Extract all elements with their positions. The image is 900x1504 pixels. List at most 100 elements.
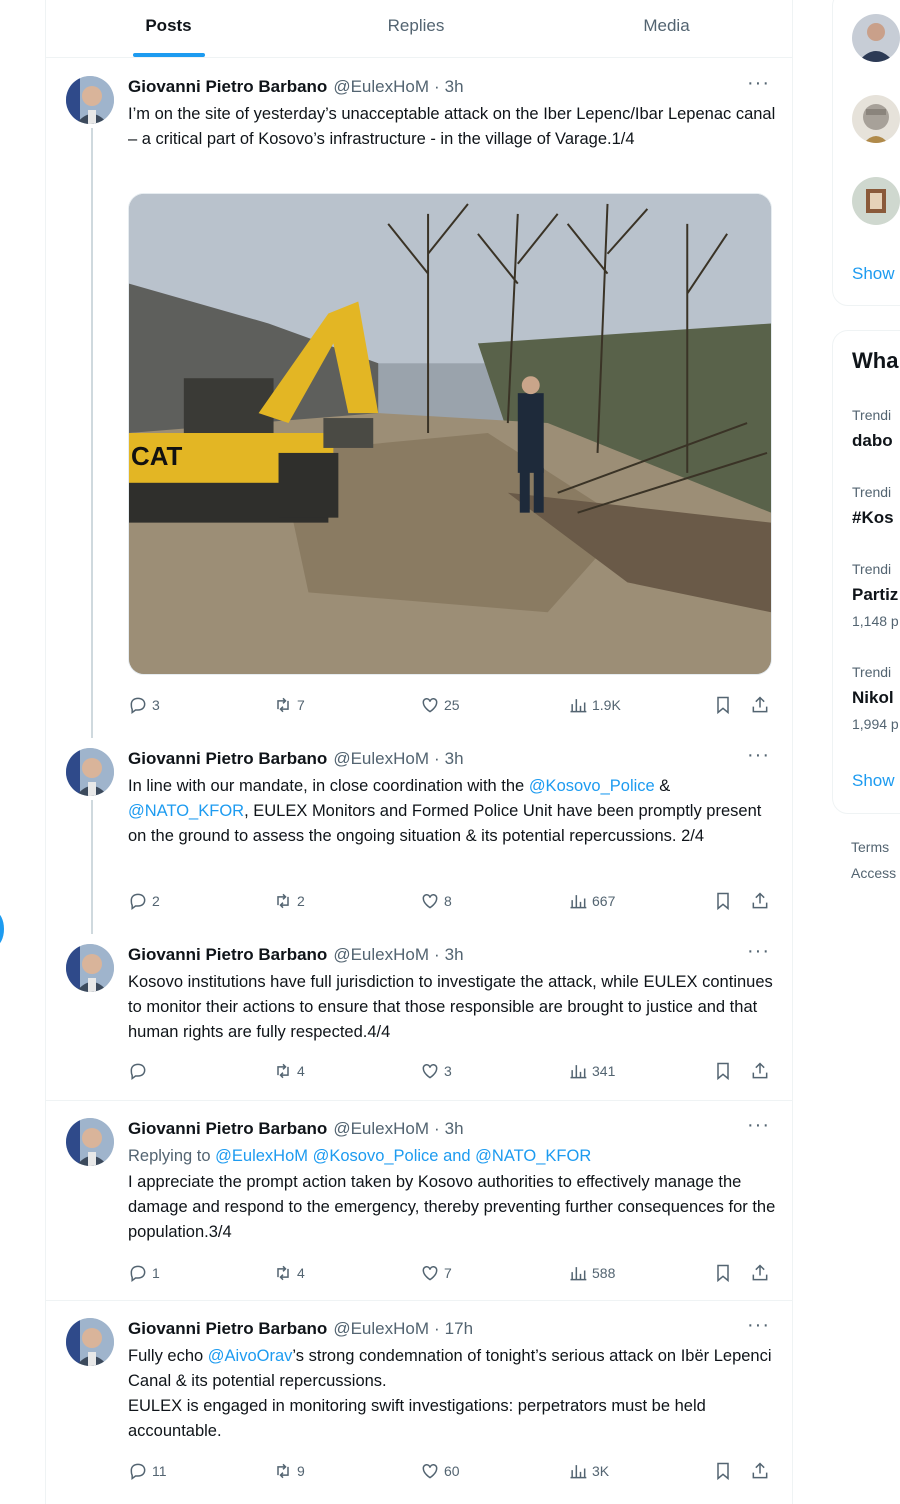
author-name[interactable]: Giovanni Pietro Barbano <box>128 1119 327 1139</box>
avatar[interactable] <box>66 748 114 796</box>
timestamp[interactable]: 3h <box>445 1119 464 1139</box>
show-more-link[interactable]: Show <box>852 771 895 791</box>
tweet-5[interactable]: Giovanni Pietro Barbano @EulexHoM · 17h … <box>46 1308 792 1504</box>
more-icon[interactable]: ··· <box>747 1114 770 1137</box>
timestamp[interactable]: 17h <box>445 1319 473 1339</box>
author-name[interactable]: Giovanni Pietro Barbano <box>128 1319 327 1339</box>
tweet-1[interactable]: Giovanni Pietro Barbano @EulexHoM · 3h ·… <box>46 58 792 738</box>
share-button[interactable] <box>750 891 770 911</box>
bookmark-button[interactable] <box>713 1263 733 1283</box>
avatar[interactable] <box>66 944 114 992</box>
timestamp[interactable]: 3h <box>445 77 464 97</box>
trend-title[interactable]: #Kos <box>852 508 894 528</box>
views-button[interactable]: 588 <box>568 1263 615 1283</box>
mention-link[interactable]: @Kosovo_Police <box>529 777 655 795</box>
more-icon[interactable]: ··· <box>747 940 770 963</box>
retweet-button[interactable]: 4 <box>273 1263 305 1283</box>
like-button[interactable]: 3 <box>420 1061 452 1081</box>
retweet-button[interactable]: 2 <box>273 891 305 911</box>
tweet-3[interactable]: Giovanni Pietro Barbano @EulexHoM · 3h ·… <box>46 934 792 1100</box>
trend-title[interactable]: Nikol <box>852 688 894 708</box>
avatar[interactable] <box>66 1318 114 1366</box>
timestamp[interactable]: 3h <box>445 749 464 769</box>
share-button[interactable] <box>750 1263 770 1283</box>
like-button[interactable]: 60 <box>420 1461 460 1481</box>
text-segment: & <box>654 777 671 795</box>
trend-label: Trendi <box>852 484 892 500</box>
tweet-header: Giovanni Pietro Barbano @EulexHoM · 3h ·… <box>128 744 776 770</box>
author-name[interactable]: Giovanni Pietro Barbano <box>128 749 327 769</box>
show-more-link[interactable]: Show <box>852 264 895 284</box>
tab-media[interactable]: Media <box>541 0 792 57</box>
bookmark-button[interactable] <box>713 1461 733 1481</box>
reply-button[interactable]: 3 <box>128 695 160 715</box>
like-count: 3 <box>444 1063 452 1079</box>
views-button[interactable]: 341 <box>568 1061 615 1081</box>
trend-title[interactable]: dabo <box>852 431 893 451</box>
reply-button[interactable] <box>128 1061 152 1081</box>
replying-handles[interactable]: @EulexHoM @Kosovo_Police and @NATO_KFOR <box>215 1147 591 1165</box>
tweet-4[interactable]: Giovanni Pietro Barbano @EulexHoM · 3h ·… <box>46 1108 792 1300</box>
author-name[interactable]: Giovanni Pietro Barbano <box>128 945 327 965</box>
separator-dot: · <box>434 1319 440 1338</box>
trend-title[interactable]: Partiz <box>852 585 898 605</box>
tweet-photo[interactable]: CAT <box>128 193 772 675</box>
timestamp[interactable]: 3h <box>445 945 464 965</box>
share-button[interactable] <box>750 1461 770 1481</box>
tab-replies[interactable]: Replies <box>291 0 541 57</box>
bookmark-button[interactable] <box>713 1061 733 1081</box>
mention-link[interactable]: @NATO_KFOR <box>128 802 244 820</box>
views-button[interactable]: 667 <box>568 891 615 911</box>
like-count: 7 <box>444 1265 452 1281</box>
tweet-text: In line with our mandate, in close coord… <box>128 774 778 849</box>
footer-link-accessibility[interactable]: Access <box>851 865 896 881</box>
retweet-button[interactable]: 4 <box>273 1061 305 1081</box>
avatar[interactable] <box>66 76 114 124</box>
reply-button[interactable]: 1 <box>128 1263 160 1283</box>
tweet-2[interactable]: Giovanni Pietro Barbano @EulexHoM · 3h ·… <box>46 738 792 926</box>
retweet-button[interactable]: 7 <box>273 695 305 715</box>
views-button[interactable]: 3K <box>568 1461 609 1481</box>
reply-button[interactable]: 11 <box>128 1461 167 1481</box>
more-icon[interactable]: ··· <box>747 1314 770 1337</box>
bookmark-button[interactable] <box>713 695 733 715</box>
share-button[interactable] <box>750 695 770 715</box>
mention-link[interactable]: @AivoOrav <box>208 1347 293 1365</box>
tab-label: Media <box>643 16 690 35</box>
replying-to: Replying to @EulexHoM @Kosovo_Police and… <box>128 1144 778 1169</box>
suggested-avatar[interactable] <box>852 14 900 62</box>
like-button[interactable]: 7 <box>420 1263 452 1283</box>
reply-icon <box>130 1063 146 1080</box>
author-handle[interactable]: @EulexHoM <box>333 749 429 769</box>
suggested-avatar[interactable] <box>852 177 900 225</box>
bookmark-icon <box>717 696 729 715</box>
reply-button[interactable]: 2 <box>128 891 160 911</box>
tab-posts[interactable]: Posts <box>46 0 291 57</box>
views-icon <box>570 895 587 909</box>
profile-tabs: Posts Replies Media <box>46 0 792 58</box>
author-handle[interactable]: @EulexHoM <box>333 945 429 965</box>
share-button[interactable] <box>750 1061 770 1081</box>
retweet-icon <box>277 1063 289 1079</box>
timeline: Posts Replies Media Giovanni Pietro Barb… <box>45 0 793 1504</box>
like-button[interactable]: 8 <box>420 891 452 911</box>
separator-dot: · <box>434 945 440 964</box>
author-handle[interactable]: @EulexHoM <box>333 1119 429 1139</box>
like-button[interactable]: 25 <box>420 695 460 715</box>
views-count: 1.9K <box>592 697 621 713</box>
more-icon[interactable]: ··· <box>747 72 770 95</box>
retweet-button[interactable]: 9 <box>273 1461 305 1481</box>
tweet-actions: 2 2 8 667 <box>128 890 768 912</box>
more-icon[interactable]: ··· <box>747 744 770 767</box>
retweet-count: 7 <box>297 697 305 713</box>
author-name[interactable]: Giovanni Pietro Barbano <box>128 77 327 97</box>
footer-link-terms[interactable]: Terms <box>851 839 889 855</box>
author-handle[interactable]: @EulexHoM <box>333 1319 429 1339</box>
views-button[interactable]: 1.9K <box>568 695 621 715</box>
bookmark-button[interactable] <box>713 891 733 911</box>
suggested-avatar[interactable] <box>852 95 900 143</box>
retweet-icon <box>277 1265 289 1281</box>
author-handle[interactable]: @EulexHoM <box>333 77 429 97</box>
compose-button-edge[interactable] <box>0 912 4 946</box>
avatar[interactable] <box>66 1118 114 1166</box>
